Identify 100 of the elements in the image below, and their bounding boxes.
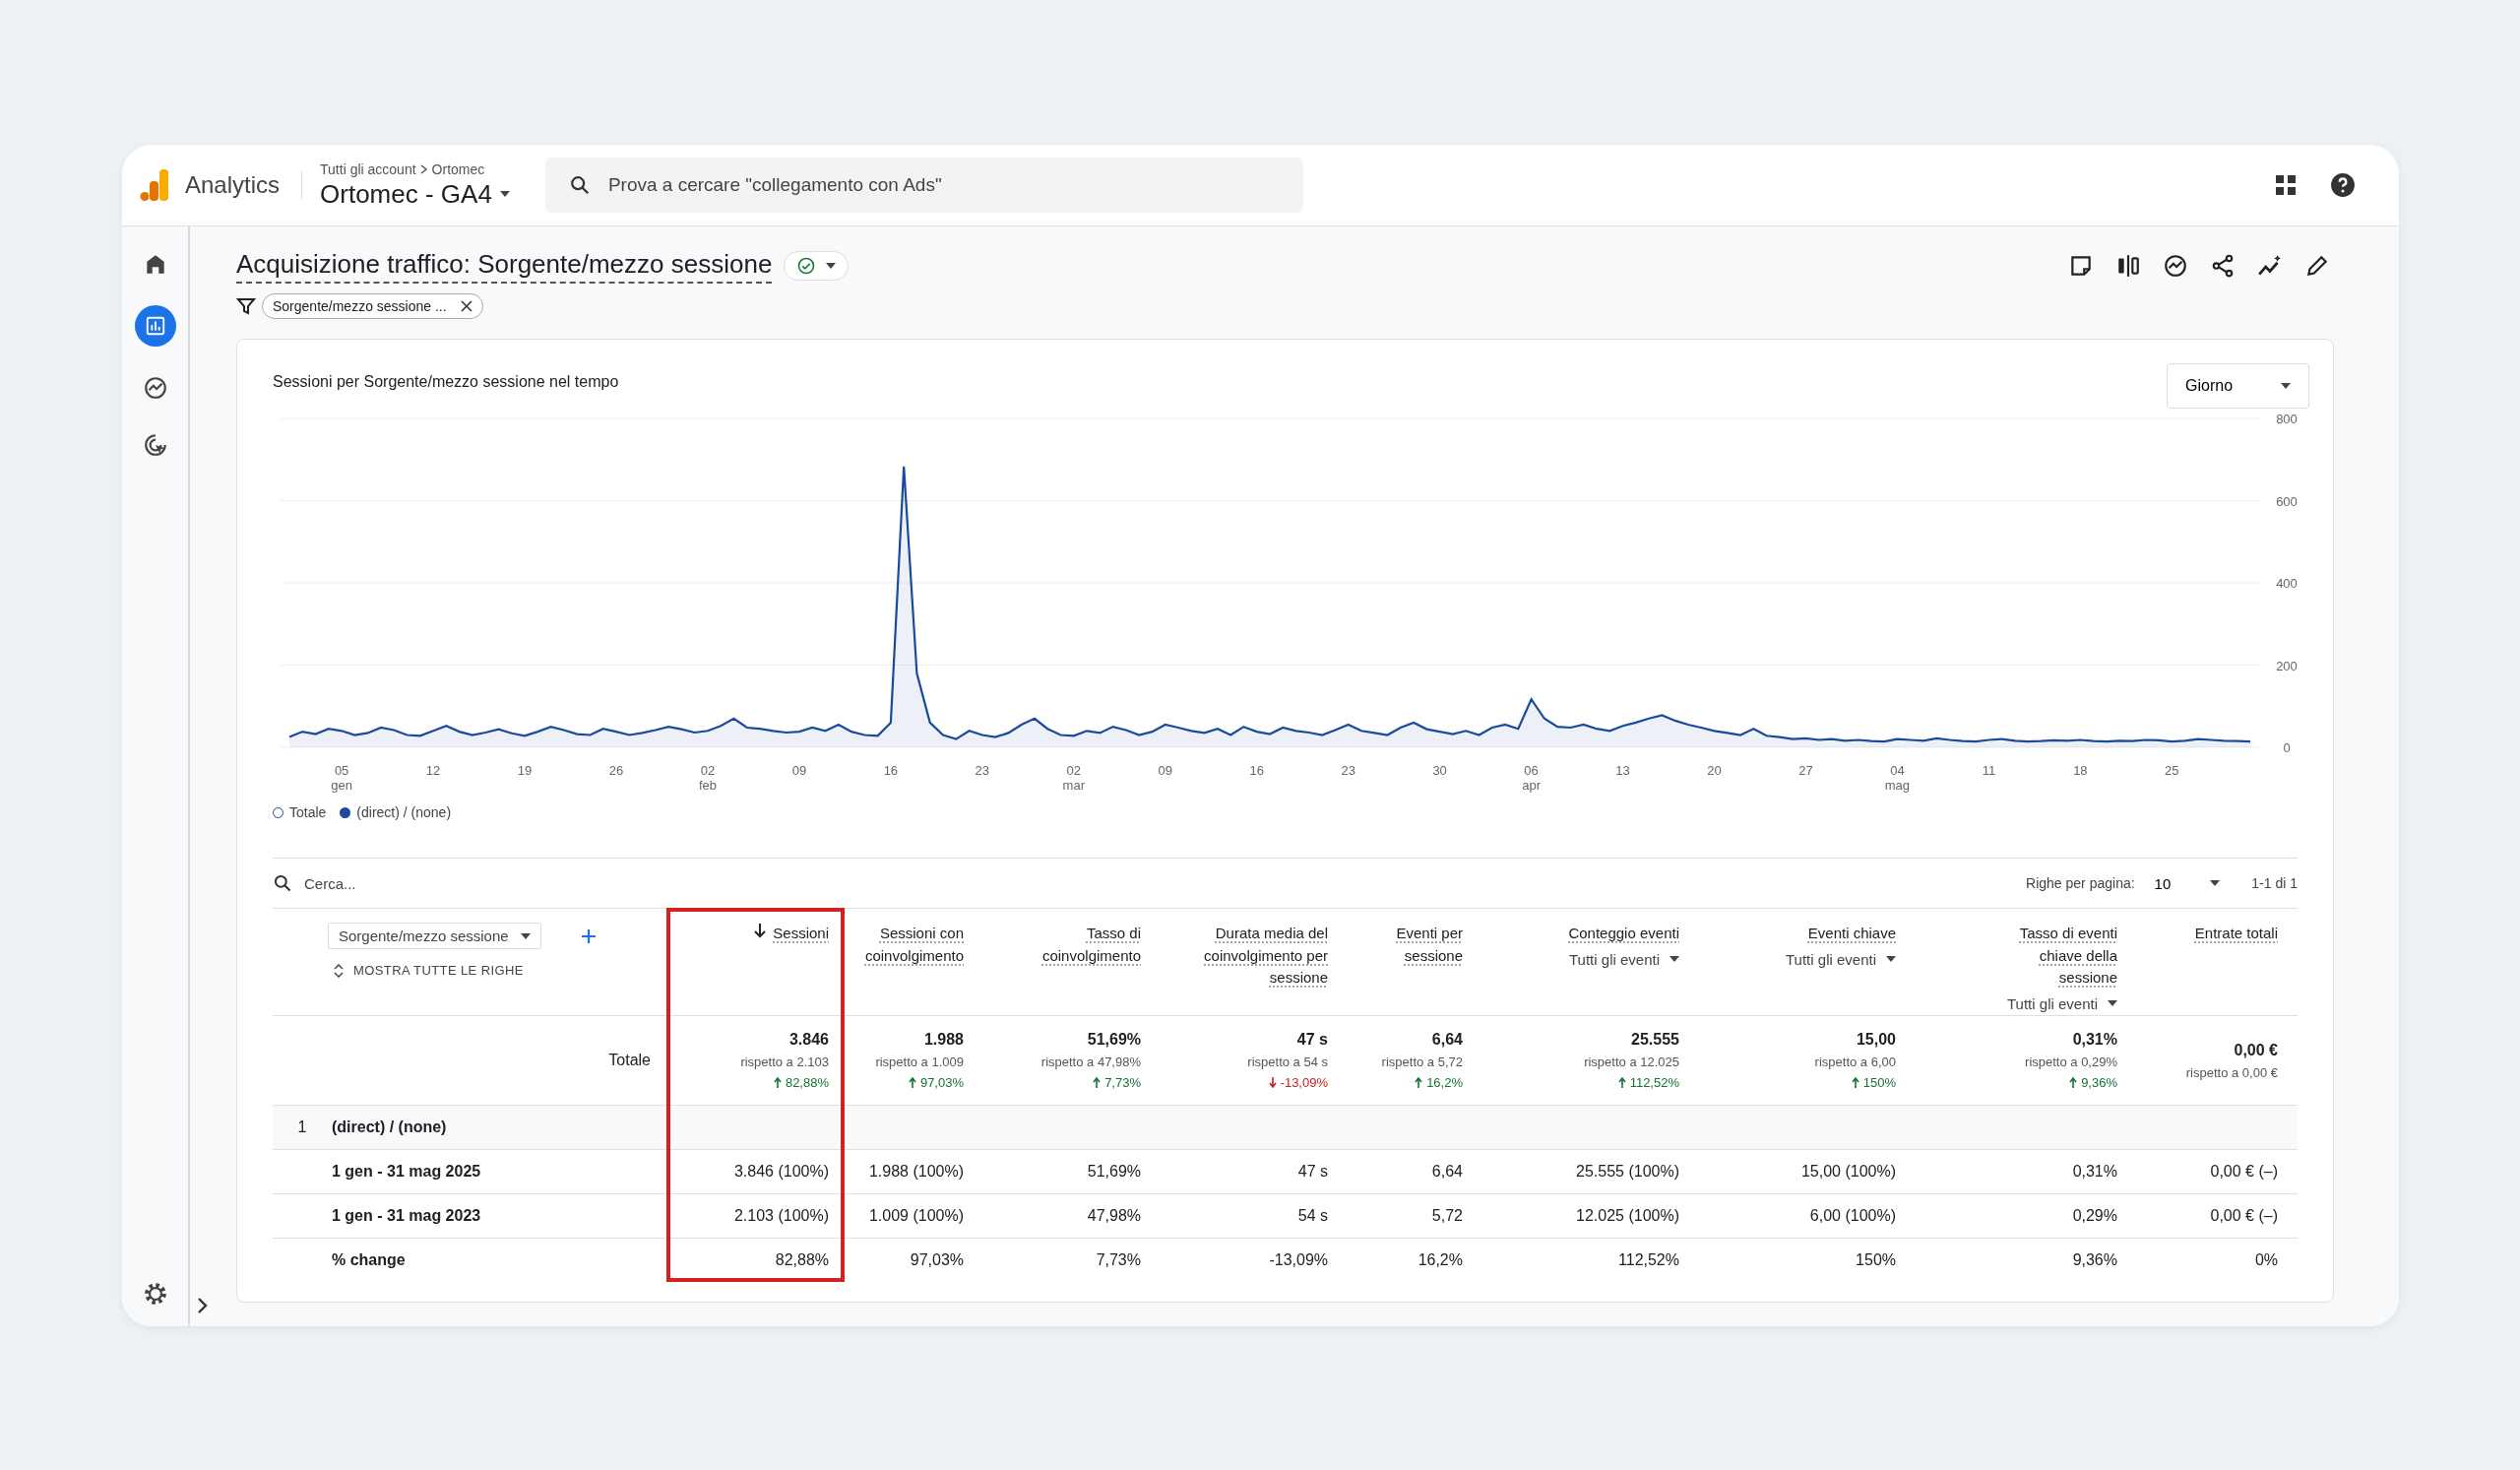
table-cell: 6,00 (100%) — [1809, 1207, 1896, 1225]
column-header[interactable]: Tasso di eventi chiave della sessione — [1980, 923, 2117, 990]
axis-tick: 400 — [2276, 576, 2298, 591]
reports-nav-button[interactable] — [134, 305, 176, 347]
total-value: 25.555 — [1631, 1031, 1679, 1049]
table-cell: 97,03% — [910, 1251, 964, 1269]
show-all-rows-button[interactable]: MOSTRA TUTTE LE RIGHE — [328, 963, 666, 978]
logo-icon — [140, 169, 169, 201]
total-value: 0,31% — [2072, 1031, 2117, 1049]
axis-tick: 23 — [975, 763, 990, 778]
dimension-dropdown[interactable]: Sorgente/mezzo sessione — [328, 923, 541, 949]
axis-tick: 30 — [1432, 763, 1447, 778]
column-header[interactable]: Durata media del coinvolgimento per sessione — [1190, 923, 1328, 990]
axis-tick: 20 — [1707, 763, 1722, 778]
table-cell: 0,00 € (–) — [2210, 1163, 2278, 1181]
axis-tick: 13 — [1615, 763, 1630, 778]
caret-icon — [1886, 956, 1896, 962]
table-cell: 47 s — [1297, 1163, 1328, 1181]
pagination-text: 1-1 di 1 — [2251, 875, 2298, 891]
status-pill[interactable] — [784, 251, 850, 281]
caret-icon — [2210, 880, 2221, 886]
comparison-text: rispetto a 2.103 — [740, 1055, 829, 1069]
target-icon[interactable] — [142, 432, 168, 458]
property-selector[interactable]: Ortomec - GA4 — [320, 178, 510, 210]
breadcrumb-link[interactable]: Ortomec — [431, 160, 485, 177]
edit-icon[interactable] — [2304, 253, 2330, 279]
caret-icon — [826, 263, 837, 269]
axis-tick: 12 — [425, 763, 441, 778]
total-value: 3.846 — [788, 1031, 829, 1049]
chevron-icon — [419, 163, 428, 174]
table-cell: 0,00 € (–) — [2210, 1207, 2278, 1225]
compare-icon[interactable] — [2115, 253, 2141, 279]
axis-tick: 23 — [1341, 763, 1355, 778]
row-label: 1 gen - 31 mag 2023 — [332, 1207, 481, 1225]
axis-tick: 27 — [1798, 763, 1813, 778]
total-value: 47 s — [1296, 1031, 1328, 1049]
row-index: 1 — [297, 1118, 307, 1136]
axis-tick: 02 mar — [1062, 763, 1085, 793]
share-icon[interactable] — [2210, 253, 2236, 279]
comparison-text: rispetto a 0,00 € — [2185, 1064, 2278, 1080]
metric-dropdown[interactable]: Tutti gli eventi — [1569, 950, 1679, 968]
caret-icon — [2281, 383, 2291, 389]
row-label[interactable]: (direct) / (none) — [332, 1118, 447, 1136]
table-cell: 16,2% — [1418, 1251, 1463, 1269]
table-cell: 12.025 (100%) — [1576, 1207, 1679, 1225]
column-header[interactable]: Conteggio eventi — [1568, 923, 1679, 945]
bar-chart-icon — [144, 315, 166, 337]
table-cell: 0,29% — [2072, 1207, 2117, 1225]
table-cell: 2.103 (100%) — [733, 1207, 829, 1225]
search-field[interactable]: Prova a cercare "collegamento con Ads" — [544, 158, 1303, 213]
axis-tick: 11 — [1982, 763, 1996, 778]
change-value: 7,73% — [1104, 1075, 1141, 1090]
axis-tick: 04 mag — [1884, 763, 1911, 793]
axis-tick: 0 — [2283, 740, 2291, 755]
comparison-text: rispetto a 1.009 — [875, 1055, 964, 1069]
column-header[interactable]: Sessioni con coinvolgimento — [860, 923, 964, 967]
total-value: 0,00 € — [2234, 1041, 2278, 1059]
breadcrumb-link[interactable]: Tutti gli account — [320, 160, 416, 177]
filter-chip[interactable]: Sorgente/mezzo sessione ... — [262, 293, 483, 319]
add-icon[interactable] — [580, 927, 597, 944]
rows-per-page-label: Righe per pagina: — [2026, 875, 2135, 891]
insights-icon[interactable] — [2163, 253, 2188, 279]
table-cell: 0% — [2254, 1251, 2278, 1269]
chevron-icon[interactable] — [196, 1297, 210, 1314]
column-header[interactable]: Eventi per sessione — [1359, 923, 1463, 967]
settings-icon[interactable] — [142, 1281, 168, 1307]
sort-arrow-icon[interactable] — [753, 923, 768, 938]
total-value: 6,64 — [1431, 1031, 1463, 1049]
comparison-text: rispetto a 6,00 — [1814, 1055, 1896, 1069]
apps-icon[interactable] — [2275, 174, 2297, 196]
search-icon — [568, 174, 591, 196]
column-header[interactable]: Eventi chiave — [1807, 923, 1896, 945]
table-cell: 0,31% — [2072, 1163, 2117, 1181]
granularity-dropdown[interactable]: Giorno — [2167, 363, 2309, 409]
rows-per-page-dropdown[interactable]: 10 — [2154, 874, 2233, 892]
column-header[interactable]: Entrate totali — [2194, 923, 2278, 945]
check-circle-icon — [796, 256, 817, 276]
search-icon — [273, 873, 292, 893]
report-title: Acquisizione traffico: Sorgente/mezzo sessione — [236, 248, 773, 284]
help-icon[interactable] — [2330, 172, 2356, 198]
product-name: Analytics — [185, 171, 303, 199]
comparison-text: rispetto a 5,72 — [1381, 1055, 1463, 1069]
table-cell: 1.988 (100%) — [868, 1163, 964, 1181]
column-header[interactable]: Sessioni — [773, 923, 829, 945]
close-icon[interactable] — [460, 300, 472, 312]
comparison-text: rispetto a 0,29% — [2025, 1055, 2117, 1069]
comparison-text: rispetto a 54 s — [1247, 1055, 1328, 1069]
comparison-text: rispetto a 47,98% — [1040, 1055, 1141, 1069]
axis-tick: 600 — [2276, 493, 2298, 509]
axis-tick: 26 — [608, 763, 624, 778]
table-cell: 1.009 (100%) — [868, 1207, 964, 1225]
metric-dropdown[interactable]: Tutti gli eventi — [2007, 994, 2117, 1012]
table-cell: 3.846 (100%) — [733, 1163, 829, 1181]
metric-dropdown[interactable]: Tutti gli eventi — [1786, 950, 1896, 968]
note-icon[interactable] — [2068, 253, 2094, 279]
caret-icon — [520, 932, 531, 939]
column-header[interactable]: Tasso di coinvolgimento — [1003, 923, 1141, 967]
explore-icon[interactable] — [142, 375, 168, 401]
axis-tick: 16 — [1249, 763, 1264, 778]
change-value: 112,52% — [1629, 1075, 1679, 1090]
